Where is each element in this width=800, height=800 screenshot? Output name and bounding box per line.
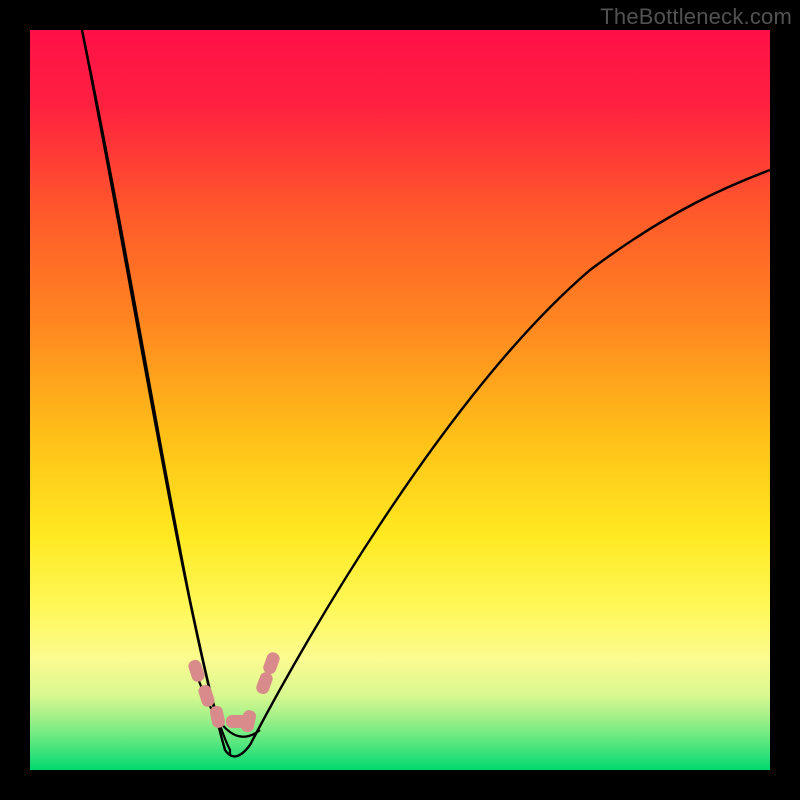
marker-group <box>187 651 281 734</box>
marker-point <box>262 651 282 676</box>
marker-point <box>209 705 226 729</box>
curve-full <box>82 30 770 756</box>
chart-container <box>30 30 770 770</box>
curve-left-arm <box>82 30 230 755</box>
marker-point <box>240 709 257 733</box>
bottleneck-curve <box>30 30 770 770</box>
watermark-text: TheBottleneck.com <box>600 4 792 30</box>
marker-point <box>255 671 275 696</box>
